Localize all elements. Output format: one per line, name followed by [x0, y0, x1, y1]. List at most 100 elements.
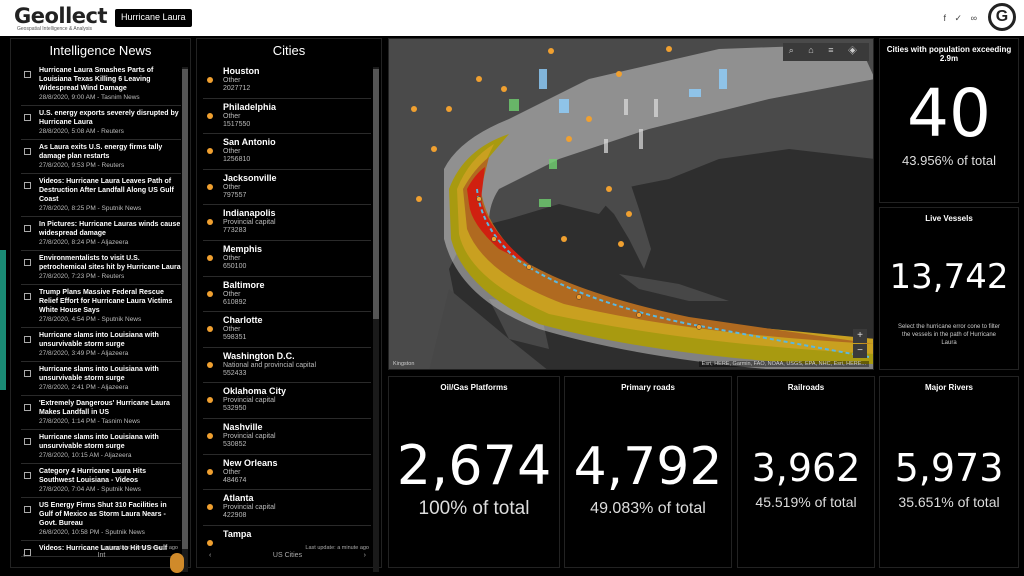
news-headline: In Pictures: Hurricane Lauras winds caus… — [39, 221, 181, 237]
city-item[interactable]: San Antonio Other 1256810 — [203, 134, 371, 170]
news-item[interactable]: As Laura exits U.S. energy firms tally d… — [21, 140, 181, 174]
city-item[interactable]: Atlanta Provincial capital 422908 — [203, 490, 371, 526]
location-pin-icon — [207, 290, 213, 297]
map-toolbar[interactable]: ⌕ ⌂ ≡ ◈ — [782, 43, 869, 61]
article-icon — [24, 182, 31, 189]
city-item[interactable]: Charlotte Other 598351 — [203, 312, 371, 348]
city-class: Other — [223, 290, 241, 298]
share-icons[interactable]: f ✓ ∞ — [944, 13, 980, 24]
news-scrollbar[interactable] — [182, 67, 188, 572]
article-icon — [24, 438, 31, 445]
news-item[interactable]: Environmentalists to visit U.S. petroche… — [21, 251, 181, 285]
primary-roads-value: 4,792 — [573, 437, 723, 497]
dashboard-title-badge: Hurricane Laura — [115, 9, 192, 27]
city-item[interactable]: Indianapolis Provincial capital 773283 — [203, 205, 371, 241]
city-population: 1517550 — [223, 120, 251, 128]
major-rivers-value: 5,973 — [894, 446, 1004, 490]
city-population: 598351 — [223, 334, 247, 342]
location-pin-icon — [207, 432, 213, 439]
city-name: San Antonio — [223, 137, 276, 148]
news-item[interactable]: US Energy Firms Shut 310 Facilities in G… — [21, 498, 181, 541]
news-item[interactable]: Hurricane slams into Louisiana with unsu… — [21, 362, 181, 396]
article-icon — [24, 506, 31, 513]
news-item[interactable]: Hurricane Laura Smashes Parts of Louisia… — [21, 63, 181, 106]
zoom-in-button[interactable]: + — [853, 329, 867, 343]
live-vessels-note: Select the hurricane error cone to filte… — [897, 324, 1001, 346]
news-pager-label: Int — [97, 552, 106, 559]
geollect-icon[interactable]: G — [988, 3, 1016, 31]
location-pin-icon — [207, 326, 213, 333]
city-name: Charlotte — [223, 315, 263, 326]
city-population: 2027712 — [223, 85, 251, 92]
article-icon — [24, 259, 31, 266]
major-rivers-percent: 35.651% of total — [898, 494, 1000, 510]
city-population: 1256810 — [223, 156, 251, 164]
location-pin-icon — [207, 77, 213, 83]
city-name: Philadelphia — [223, 101, 277, 112]
city-item[interactable]: Washington D.C. National and provincial c… — [203, 348, 371, 384]
news-item[interactable]: 'Extremely Dangerous' Hurricane Laura Ma… — [21, 396, 181, 430]
railroads-percent: 45.519% of total — [755, 494, 857, 510]
city-item[interactable]: Memphis Other 650100 — [203, 241, 371, 277]
location-pin-icon — [207, 148, 213, 155]
news-item[interactable]: Trump Plans Massive Federal Rescue Relie… — [21, 285, 181, 328]
city-population: 484674 — [223, 476, 247, 484]
zoom-out-button[interactable]: − — [853, 344, 867, 358]
news-item[interactable]: Hurricane slams into Louisiana with unsu… — [21, 328, 181, 362]
city-class: Provincial capital — [223, 432, 276, 440]
news-pager[interactable]: ‹ Int › — [19, 552, 184, 564]
app-logo[interactable]: Geollect — [14, 4, 108, 28]
news-meta: 27/8/2020, 7:04 AM - Sputnik News — [39, 486, 141, 493]
cities-pager-label: US Cities — [272, 552, 303, 559]
location-pin-icon — [207, 254, 213, 261]
city-population: 650100 — [223, 262, 247, 270]
map-canvas[interactable] — [389, 39, 874, 370]
news-headline: Hurricane slams into Louisiana with unsu… — [39, 332, 159, 348]
news-item[interactable]: In Pictures: Hurricane Lauras winds caus… — [21, 217, 181, 251]
cities-scrollbar[interactable] — [373, 67, 379, 572]
news-list: Hurricane Laura Smashes Parts of Louisia… — [21, 63, 181, 573]
news-headline: U.S. energy exports severely disrupted b… — [39, 110, 179, 126]
city-item[interactable]: Philadelphia Other 1517550 — [203, 99, 371, 135]
hurricane-map[interactable]: ⌕ ⌂ ≡ ◈ + − Esri, HERE, Garmin, FAO, NOA… — [388, 38, 874, 370]
news-meta: 27/8/2020, 10:15 AM - Aljazeera — [39, 452, 132, 459]
next-page-icon[interactable]: › — [364, 552, 366, 559]
cities-population-title: Cities with population exceeding 2.9m — [886, 45, 1012, 63]
news-title: Intelligence News — [49, 43, 152, 58]
primary-roads-percent: 49.083% of total — [590, 500, 706, 517]
city-item[interactable]: New Orleans Other 484674 — [203, 455, 371, 491]
city-item[interactable]: Nashville Provincial capital 530852 — [203, 419, 371, 455]
news-last-update: Last update: a few seconds ago — [100, 545, 178, 551]
city-class: Other — [223, 112, 241, 120]
cities-pager[interactable]: ‹ US Cities › — [205, 552, 370, 564]
article-icon — [24, 225, 31, 232]
cities-title: Cities — [272, 43, 306, 58]
location-pin-icon — [207, 361, 213, 368]
news-headline: Hurricane slams into Louisiana with unsu… — [39, 434, 159, 450]
news-meta: 27/8/2020, 8:25 PM - Sputnik News — [39, 205, 142, 212]
mouse-cursor-icon — [170, 553, 184, 573]
city-population: 797557 — [223, 191, 247, 199]
news-item[interactable]: Videos: Hurricane Laura Leaves Path of D… — [21, 174, 181, 217]
cities-population-value: 40 — [907, 75, 991, 152]
major-rivers-title: Major Rivers — [924, 383, 974, 392]
city-item[interactable]: Houston Other 2027712 — [203, 63, 371, 99]
news-item[interactable]: Category 4 Hurricane Laura Hits Southwes… — [21, 464, 181, 498]
oil-gas-value: 2,674 — [396, 434, 552, 497]
city-name: Baltimore — [223, 279, 265, 290]
city-item[interactable]: Baltimore Other 610892 — [203, 277, 371, 313]
article-icon — [24, 404, 31, 411]
city-name: Nashville — [223, 421, 263, 432]
news-headline: Hurricane Laura Smashes Parts of Louisia… — [39, 67, 154, 92]
city-item[interactable]: Jacksonville Other 797557 — [203, 170, 371, 206]
news-item[interactable]: Hurricane slams into Louisiana with unsu… — [21, 430, 181, 464]
city-item[interactable]: Oklahoma City Provincial capital 532950 — [203, 383, 371, 419]
live-vessels-value: 13,742 — [889, 257, 1009, 297]
logo-subtitle: Geospatial Intelligence & Analysis — [17, 26, 93, 32]
city-class: National and provincial capital — [223, 361, 316, 369]
live-vessels-card: Live Vessels 13,742 Select the hurricane… — [879, 207, 1019, 370]
news-item[interactable]: U.S. energy exports severely disrupted b… — [21, 106, 181, 140]
news-headline: US Energy Firms Shut 310 Facilities in G… — [39, 502, 167, 527]
news-meta: 27/8/2020, 4:54 PM - Sputnik News — [39, 316, 142, 323]
news-headline: Trump Plans Massive Federal Rescue Relie… — [39, 289, 173, 314]
